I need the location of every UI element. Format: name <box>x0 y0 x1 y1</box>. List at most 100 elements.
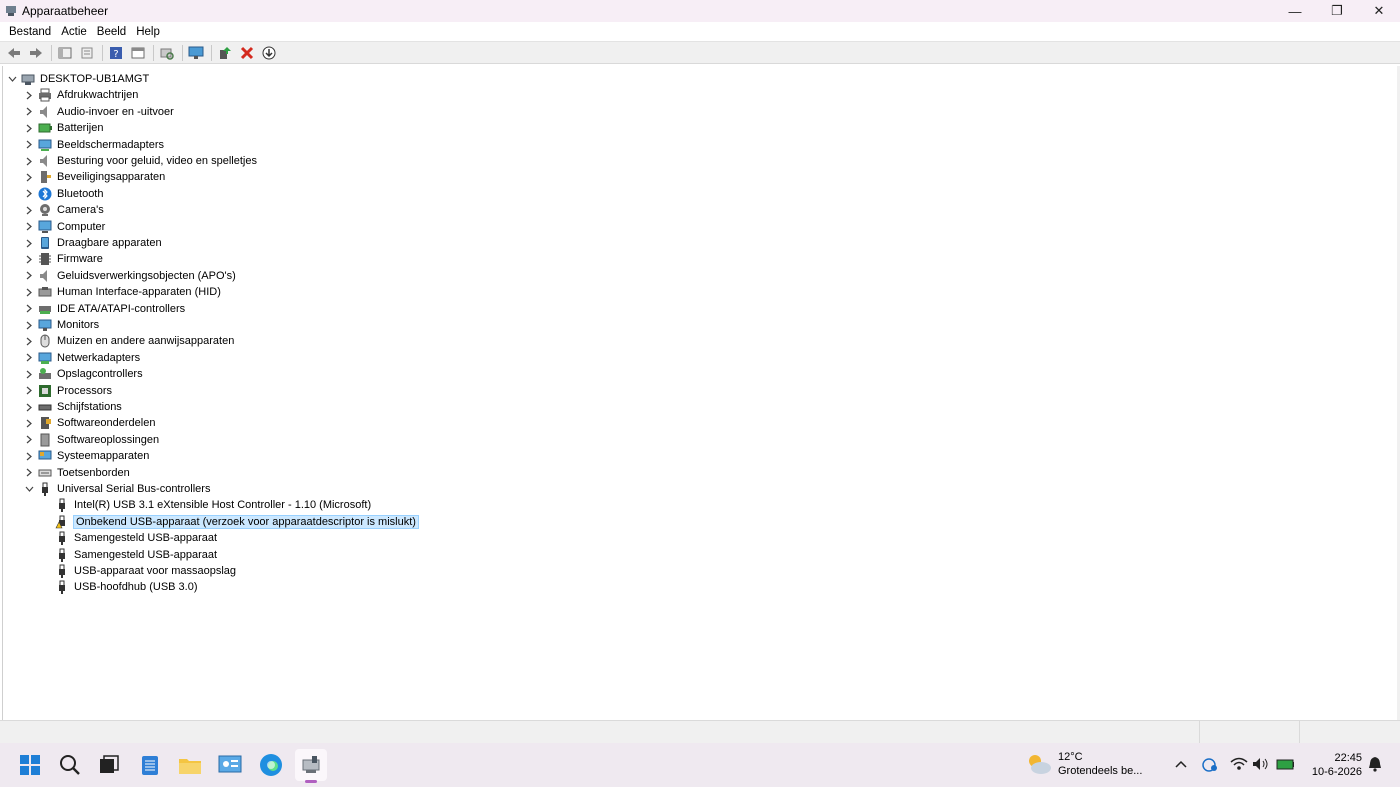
monitor-icon[interactable] <box>186 44 206 62</box>
tree-category[interactable]: Schijfstations <box>24 399 123 415</box>
tree-category[interactable]: Universal Serial Bus-controllers <box>24 481 211 497</box>
menu-actie[interactable]: Actie <box>56 26 92 38</box>
control-panel-icon[interactable] <box>214 749 246 781</box>
expand-chevron-icon[interactable] <box>24 317 34 333</box>
collapse-chevron-icon[interactable] <box>24 481 34 497</box>
expand-chevron-icon[interactable] <box>24 268 34 284</box>
tree-device[interactable]: Samengesteld USB-apparaat <box>55 530 218 546</box>
expand-chevron-icon[interactable] <box>24 202 34 218</box>
tree-category[interactable]: Camera's <box>24 202 105 218</box>
download-icon[interactable] <box>259 44 279 62</box>
console-tree-icon[interactable] <box>55 44 75 62</box>
tree-category[interactable]: Softwareonderdelen <box>24 415 156 431</box>
expand-chevron-icon[interactable] <box>24 153 34 169</box>
tree-category[interactable]: Draagbare apparaten <box>24 235 163 251</box>
tree-category[interactable]: Bluetooth <box>24 186 104 202</box>
battery-icon <box>38 121 52 135</box>
tree-category[interactable]: Beeldschermadapters <box>24 137 165 153</box>
tree-device-warning[interactable]: Onbekend USB-apparaat (verzoek voor appa… <box>55 514 419 530</box>
notification-bell-icon[interactable] <box>1366 755 1384 773</box>
expand-chevron-icon[interactable] <box>24 104 34 120</box>
tree-category[interactable]: IDE ATA/ATAPI-controllers <box>24 301 186 317</box>
tree-category[interactable]: Computer <box>24 219 106 235</box>
expand-chevron-icon[interactable] <box>24 415 34 431</box>
device-manager-window: Apparaatbeheer — ❐ ✕ Bestand Actie Beeld… <box>0 0 1400 743</box>
tree-category[interactable]: Afdrukwachtrijen <box>24 87 139 103</box>
tree-node-label: Samengesteld USB-apparaat <box>74 548 218 561</box>
notepad-icon[interactable] <box>134 749 166 781</box>
expand-chevron-icon[interactable] <box>24 251 34 267</box>
expand-chevron-icon[interactable] <box>24 432 34 448</box>
expand-chevron-icon[interactable] <box>24 284 34 300</box>
tree-category[interactable]: Systeemapparaten <box>24 448 150 464</box>
tree-category[interactable]: Toetsenborden <box>24 465 131 481</box>
uninstall-icon[interactable] <box>237 44 257 62</box>
tree-category[interactable]: Human Interface-apparaten (HID) <box>24 284 222 300</box>
expand-chevron-icon[interactable] <box>24 383 34 399</box>
tree-category[interactable]: Batterijen <box>24 120 104 136</box>
expand-chevron-icon[interactable] <box>24 399 34 415</box>
tree-category[interactable]: Softwareoplossingen <box>24 432 160 448</box>
hid-icon <box>38 285 52 299</box>
task-view-icon[interactable] <box>93 749 125 781</box>
expand-chevron-icon[interactable] <box>24 186 34 202</box>
tree-category[interactable]: Geluidsverwerkingsobjecten (APO's) <box>24 268 237 284</box>
tree-device[interactable]: Samengesteld USB-apparaat <box>55 547 218 563</box>
menu-bestand[interactable]: Bestand <box>4 26 56 38</box>
collapse-chevron-icon[interactable] <box>7 71 17 87</box>
expand-chevron-icon[interactable] <box>24 87 34 103</box>
restore-button[interactable]: ❐ <box>1316 0 1358 22</box>
tree-device[interactable]: Intel(R) USB 3.1 eXtensible Host Control… <box>55 497 372 513</box>
expand-chevron-icon[interactable] <box>24 465 34 481</box>
tree-category[interactable]: Processors <box>24 383 113 399</box>
usb-icon <box>55 564 69 578</box>
tree-category[interactable]: Muizen en andere aanwijsapparaten <box>24 333 235 349</box>
menu-help[interactable]: Help <box>131 26 165 38</box>
tree-category[interactable]: Netwerkadapters <box>24 350 141 366</box>
file-explorer-icon[interactable] <box>174 749 206 781</box>
system-clock[interactable]: 22:45 10-6-2026 <box>1306 751 1362 779</box>
close-button[interactable]: ✕ <box>1358 0 1400 22</box>
title-bar[interactable]: Apparaatbeheer — ❐ ✕ <box>0 0 1400 22</box>
scan-hardware-icon[interactable] <box>157 44 177 62</box>
tree-category[interactable]: Monitors <box>24 317 100 333</box>
expand-chevron-icon[interactable] <box>24 366 34 382</box>
weather-widget[interactable]: 12°C Grotendeels be... <box>1026 750 1142 778</box>
forward-icon[interactable] <box>26 44 46 62</box>
tree-category[interactable]: Besturing voor geluid, video en spelletj… <box>24 153 258 169</box>
wifi-icon[interactable] <box>1230 755 1248 773</box>
expand-chevron-icon[interactable] <box>24 169 34 185</box>
tree-device[interactable]: USB-hoofdhub (USB 3.0) <box>55 579 199 595</box>
menu-beeld[interactable]: Beeld <box>92 26 131 38</box>
tree-device[interactable]: USB-apparaat voor massaopslag <box>55 563 237 579</box>
onedrive-icon[interactable] <box>1201 755 1219 773</box>
clock-date: 10-6-2026 <box>1311 766 1362 778</box>
tree-category[interactable]: Beveiligingsapparaten <box>24 169 166 185</box>
expand-chevron-icon[interactable] <box>24 333 34 349</box>
properties-icon[interactable] <box>77 44 97 62</box>
speaker-icon <box>38 269 52 283</box>
battery-icon[interactable] <box>1276 755 1294 773</box>
search-icon[interactable] <box>54 749 86 781</box>
device-manager-icon[interactable] <box>295 749 327 781</box>
tree-category[interactable]: Audio-invoer en -uitvoer <box>24 104 175 120</box>
expand-chevron-icon[interactable] <box>24 448 34 464</box>
volume-icon[interactable] <box>1252 755 1270 773</box>
tree-category[interactable]: Opslagcontrollers <box>24 366 144 382</box>
back-icon[interactable] <box>4 44 24 62</box>
expand-chevron-icon[interactable] <box>24 137 34 153</box>
expand-chevron-icon[interactable] <box>24 120 34 136</box>
expand-chevron-icon[interactable] <box>24 219 34 235</box>
start-icon[interactable] <box>14 749 46 781</box>
tree-root-computer[interactable]: DESKTOP-UB1AMGT <box>7 71 150 87</box>
expand-chevron-icon[interactable] <box>24 350 34 366</box>
edge-icon[interactable] <box>255 749 287 781</box>
tree-category[interactable]: Firmware <box>24 251 104 267</box>
help-icon[interactable]: ? <box>106 44 126 62</box>
minimize-button[interactable]: — <box>1274 0 1316 22</box>
action-pane-icon[interactable] <box>128 44 148 62</box>
expand-chevron-icon[interactable] <box>24 301 34 317</box>
chevron-up-icon[interactable] <box>1172 755 1190 773</box>
update-driver-icon[interactable] <box>215 44 235 62</box>
expand-chevron-icon[interactable] <box>24 235 34 251</box>
